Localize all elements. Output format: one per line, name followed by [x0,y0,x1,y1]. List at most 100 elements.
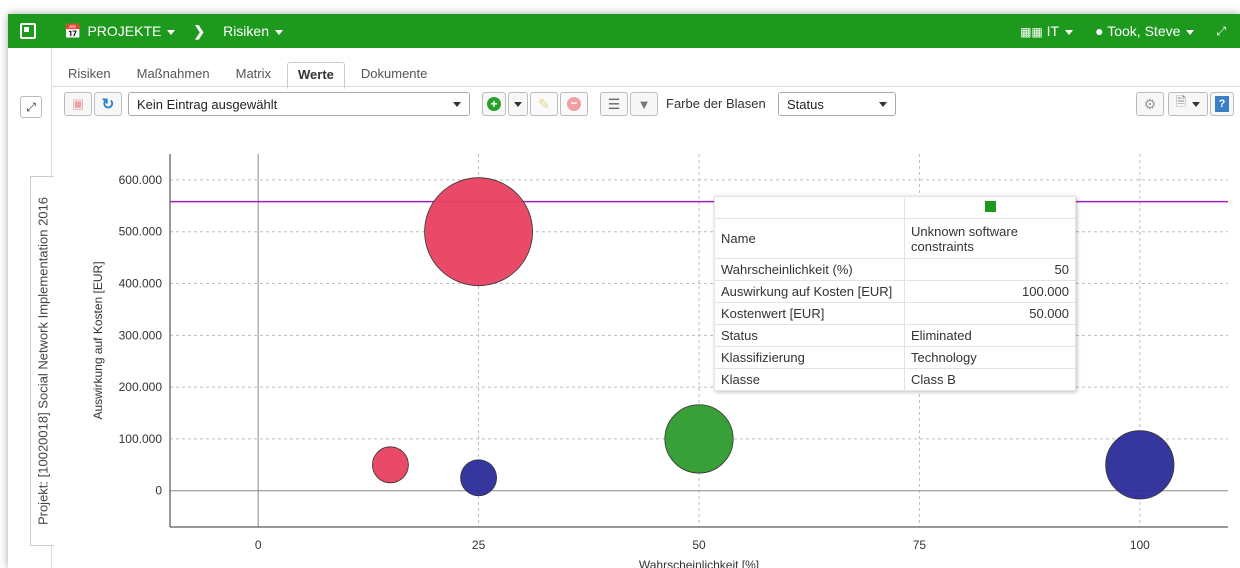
user-icon: ● [1095,23,1104,39]
y-tick-label: 400.000 [119,277,163,291]
grid-icon: ▦▦ [1020,25,1043,39]
calendar-icon: 📅 [64,22,82,39]
tab-risiken[interactable]: Risiken [58,62,121,89]
tab-bar: Risiken Maßnahmen Matrix Werte Dokumente [58,62,443,89]
tooltip-row: Klasse Class B [714,368,1076,391]
x-tick-label: 25 [472,538,486,552]
tooltip-value: 50.000 [904,302,1076,325]
chevron-right-icon: ❯ [193,22,206,39]
export-button[interactable]: 🗎 [1168,92,1208,116]
delete-button[interactable]: − [560,92,588,116]
refresh-icon: ↻ [101,96,115,113]
chevron-down-icon [453,101,461,107]
bubble-color-label: Farbe der Blasen [666,96,766,111]
pencil-icon: ✎ [538,95,550,112]
tooltip-value: 100.000 [904,280,1076,303]
tooltip-value: Eliminated [904,324,1076,347]
app-window: 📅 PROJEKTE ❯ Risiken ▦▦ IT ● Took, Steve… [8,14,1240,568]
x-axis-title: Wahrscheinlichkeit [%] [639,558,759,568]
tab-matrix[interactable]: Matrix [226,62,281,89]
risk-bubble [460,459,497,497]
risk-bubble [424,177,533,287]
edit-button[interactable]: ✎ [530,92,558,116]
tab-divider [52,86,1240,87]
tooltip-label: Wahrscheinlichkeit (%) [714,258,905,281]
project-side-tab-label: Projekt: [10020018] Social Network Imple… [35,196,50,526]
chevron-down-icon [879,101,887,107]
add-button[interactable]: + [482,92,506,116]
tab-werte[interactable]: Werte [287,62,345,89]
x-tick-label: 75 [913,538,927,552]
projects-menu-label: PROJEKTE [87,23,162,39]
bubble-color-value: Status [787,96,824,112]
app-logo-icon[interactable] [20,23,36,39]
y-tick-label: 600.000 [119,173,163,187]
chevron-down-icon [167,29,176,35]
tooltip-header-row [714,196,1076,219]
tooltip-label: Status [714,324,905,347]
tooltip-label: Klassifizierung [714,346,905,369]
tooltip-value: Technology [904,346,1076,369]
y-tick-label: 0 [155,484,162,498]
user-menu[interactable]: ● Took, Steve [1095,23,1195,39]
help-button[interactable]: ? [1210,92,1234,116]
bubble-color-select[interactable]: Status [778,92,896,116]
projects-menu[interactable]: PROJEKTE [87,23,176,39]
entry-select[interactable]: Kein Eintrag ausgewählt [128,92,470,116]
save-button[interactable]: ▣ [64,92,92,116]
tooltip-label: Auswirkung auf Kosten [EUR] [714,280,905,303]
x-tick-label: 0 [255,538,262,552]
chevron-down-icon [274,29,283,35]
minus-circle-icon: − [567,97,581,111]
tooltip-row: Kostenwert [EUR] 50.000 [714,302,1076,325]
fullscreen-icon[interactable]: ⤢ [1216,24,1226,39]
tooltip-label: Name [714,218,905,259]
expand-icon: ⤢ [26,100,36,114]
add-dropdown-button[interactable] [508,92,528,116]
risk-bubble [372,446,409,484]
tooltip-row: Wahrscheinlichkeit (%) 50 [714,258,1076,281]
filter-icon: ▼ [637,96,651,112]
settings-button[interactable]: ⚙ [1136,92,1164,116]
risk-bubble [664,404,734,474]
risk-bubble [1105,430,1175,500]
user-name: Took, Steve [1107,23,1181,39]
status-color-swatch [984,201,996,212]
filter-button[interactable]: ▼ [630,92,658,116]
project-side-tab[interactable]: Projekt: [10020018] Social Network Imple… [30,176,54,546]
entry-select-value: Kein Eintrag ausgewählt [137,96,278,112]
section-menu-label: Risiken [223,23,269,39]
workspace-menu[interactable]: ▦▦ IT [1020,23,1074,39]
y-tick-label: 500.000 [119,225,163,239]
list-icon: ☰ [607,95,621,112]
tooltip-value: Unknown software constraints [904,218,1076,259]
tooltip-color-cell [904,196,1076,219]
tooltip-value: Class B [904,368,1076,391]
tab-dokumente[interactable]: Dokumente [351,62,437,89]
y-tick-label: 300.000 [119,328,163,342]
gear-icon: ⚙ [1143,95,1157,112]
chevron-down-icon [1065,29,1074,35]
chevron-down-icon [1192,101,1201,107]
toolbar: ▣ ↻ Kein Eintrag ausgewählt + ✎ − ☰ ▼ Fa… [64,92,1240,118]
save-icon: ▣ [71,96,85,111]
breadcrumb: 📅 PROJEKTE ❯ Risiken [64,23,283,40]
plus-circle-icon: + [487,97,501,111]
tooltip-row: Name Unknown software constraints [714,218,1076,259]
y-axis-title: Auswirkung auf Kosten [EUR] [91,261,105,419]
document-icon: 🗎 [1175,94,1187,109]
tab-massnahmen[interactable]: Maßnahmen [127,62,220,89]
help-icon: ? [1215,96,1229,112]
y-tick-label: 200.000 [119,380,163,394]
section-menu[interactable]: Risiken [223,23,283,39]
tooltip-row: Klassifizierung Technology [714,346,1076,369]
tooltip-row: Auswirkung auf Kosten [EUR] 100.000 [714,280,1076,303]
tooltip-label: Klasse [714,368,905,391]
top-navigation-bar: 📅 PROJEKTE ❯ Risiken ▦▦ IT ● Took, Steve… [8,14,1240,48]
tooltip-row: Status Eliminated [714,324,1076,347]
tooltip-header-empty [714,196,905,219]
y-tick-label: 100.000 [119,432,163,446]
list-view-button[interactable]: ☰ [600,92,628,116]
expand-button[interactable]: ⤢ [20,96,42,118]
refresh-button[interactable]: ↻ [94,92,122,116]
